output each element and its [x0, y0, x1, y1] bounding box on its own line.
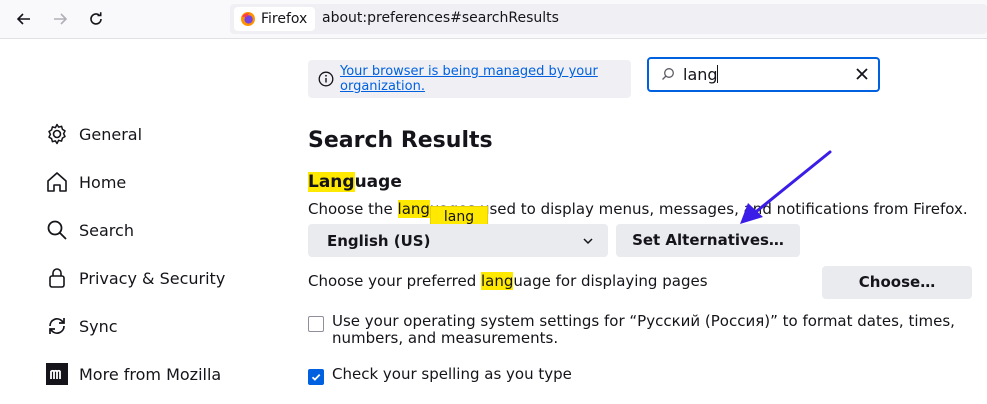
- chevron-down-icon: [583, 238, 593, 245]
- reload-button[interactable]: [82, 5, 110, 33]
- os-settings-checkbox[interactable]: [308, 316, 324, 332]
- policy-notice: Your browser is being managed by your or…: [308, 60, 631, 98]
- highlight: lang: [397, 200, 430, 218]
- preferences-search-box[interactable]: [647, 57, 880, 92]
- highlight: Lang: [308, 172, 355, 192]
- text: Choose the: [308, 200, 398, 218]
- firefox-logo-icon: [241, 12, 255, 26]
- sidebar-item-label: Privacy & Security: [79, 268, 226, 288]
- language-select-value: English (US): [327, 232, 431, 250]
- arrow-right-icon: [54, 13, 68, 25]
- sidebar-item-general[interactable]: General: [45, 120, 142, 148]
- text: Choose your preferred: [308, 272, 481, 290]
- url-text[interactable]: about:preferences#searchResults: [322, 10, 559, 26]
- info-icon: [318, 71, 334, 87]
- pages-language-description: Choose your preferred language for displ…: [308, 272, 708, 290]
- url-bar[interactable]: Firefox about:preferences#searchResults: [230, 4, 987, 34]
- browser-toolbar: Firefox about:preferences#searchResults: [0, 0, 987, 39]
- lock-icon: [45, 266, 69, 290]
- identity-box[interactable]: Firefox: [234, 7, 316, 31]
- sidebar-item-label: Home: [79, 172, 127, 192]
- text-caret: [717, 65, 718, 83]
- spellcheck-row[interactable]: Check your spelling as you type: [308, 366, 962, 385]
- annotation-arrow: [740, 150, 832, 224]
- sidebar-item-privacy[interactable]: Privacy & Security: [45, 264, 225, 292]
- checkmark-icon: [311, 373, 321, 381]
- choose-languages-button[interactable]: Choose…: [822, 266, 972, 299]
- sidebar-item-label: Search: [79, 220, 134, 240]
- language-select[interactable]: English (US): [308, 224, 608, 257]
- identity-label: Firefox: [261, 11, 308, 27]
- sidebar-item-label: More from Mozilla: [79, 364, 222, 384]
- sidebar-item-label: General: [79, 124, 143, 144]
- spellcheck-label: Check your spelling as you type: [332, 365, 572, 383]
- page-title: Search Results: [308, 128, 493, 153]
- magnifier-icon: [662, 68, 674, 80]
- mozilla-icon: [45, 362, 69, 386]
- sidebar-item-home[interactable]: Home: [45, 168, 126, 196]
- gear-icon: [45, 122, 69, 146]
- text: uage for displaying pages: [513, 272, 708, 290]
- close-icon[interactable]: [854, 66, 870, 82]
- text: uages used to display menus, messages, a…: [429, 200, 968, 218]
- os-settings-row[interactable]: Use your operating system settings for “…: [308, 313, 962, 347]
- reload-icon: [90, 12, 102, 25]
- home-icon: [45, 170, 69, 194]
- search-icon: [45, 218, 69, 242]
- language-description: Choose the languages used to display men…: [308, 200, 968, 218]
- sidebar-item-label: Sync: [79, 316, 118, 336]
- title-rest: uage: [354, 172, 402, 192]
- forward-button[interactable]: [46, 5, 74, 33]
- os-settings-label: Use your operating system settings for “…: [332, 312, 955, 347]
- back-button[interactable]: [10, 5, 38, 33]
- spellcheck-checkbox[interactable]: [308, 369, 324, 385]
- arrow-left-icon: [16, 13, 30, 25]
- section-title-language: Language: [308, 172, 402, 192]
- highlight: lang: [481, 272, 514, 290]
- sidebar-item-search[interactable]: Search: [45, 216, 134, 244]
- sync-icon: [45, 314, 69, 338]
- sidebar-item-sync[interactable]: Sync: [45, 312, 118, 340]
- search-input[interactable]: [683, 63, 843, 85]
- managed-browser-link[interactable]: Your browser is being managed by your or…: [340, 64, 625, 94]
- sidebar-item-more-from-mozilla[interactable]: More from Mozilla: [45, 360, 221, 388]
